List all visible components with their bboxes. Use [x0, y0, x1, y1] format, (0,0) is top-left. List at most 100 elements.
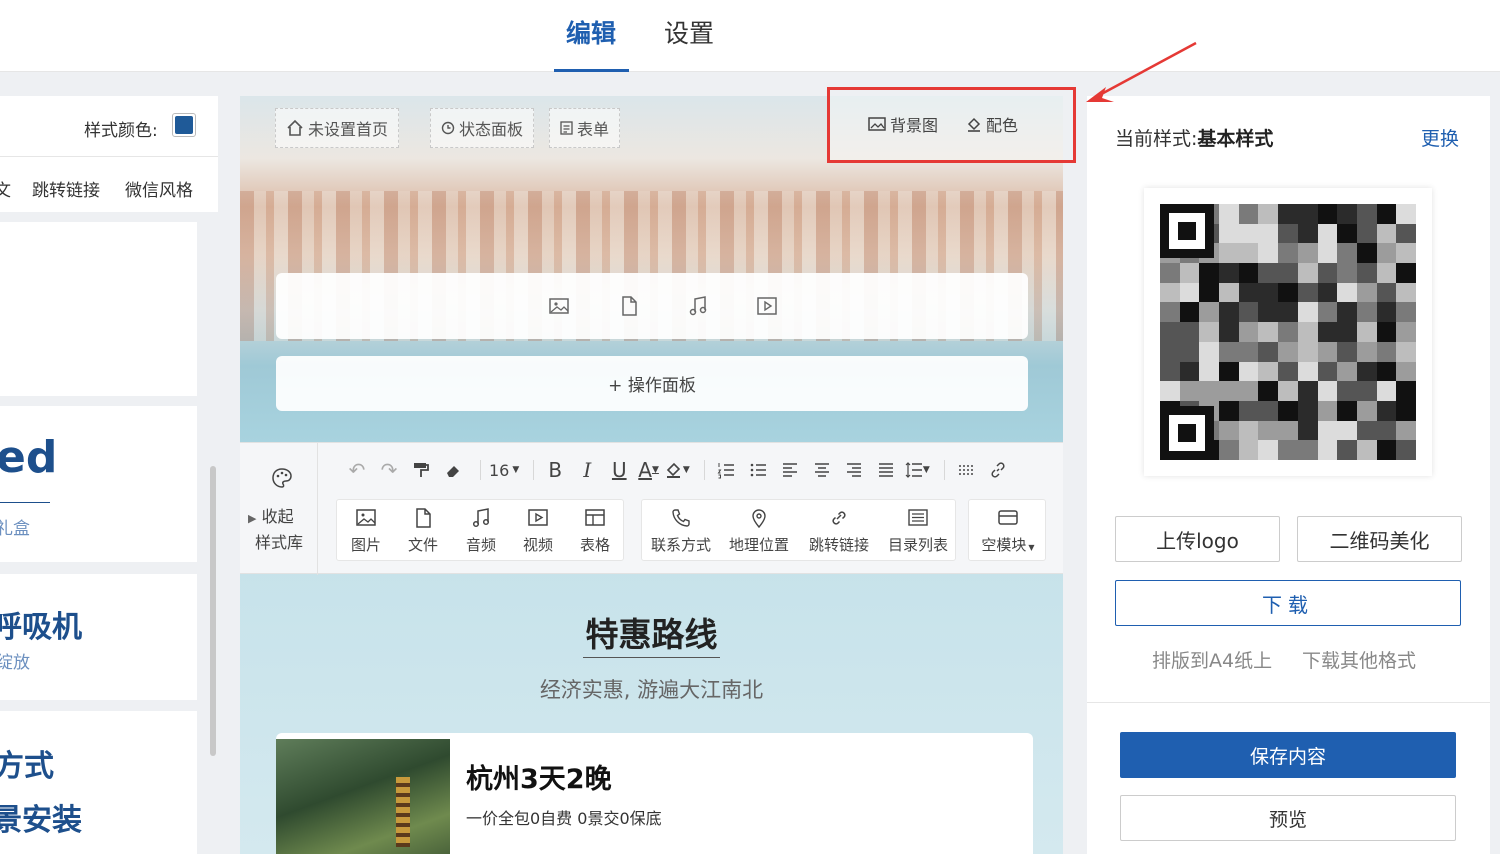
template-divider	[0, 502, 50, 503]
left-scrollbar[interactable]	[210, 466, 216, 756]
align-right-icon[interactable]	[841, 457, 867, 483]
set-homepage-button[interactable]: 未设置首页	[275, 108, 400, 148]
block-icon	[998, 509, 1018, 525]
qr-pixel	[1160, 361, 1180, 382]
template-title-line2: 景安装	[0, 803, 82, 838]
section-title-underline	[583, 657, 720, 658]
align-justify-icon[interactable]	[873, 457, 899, 483]
qr-pixel	[1396, 400, 1416, 421]
jump-link-button[interactable]: 跳转链接	[806, 500, 872, 562]
right-publish-panel: 当前样式:基本样式 更换 上传logo 二维码美化 下载 排版到A4纸上 下载其…	[1087, 96, 1490, 854]
italic-icon[interactable]: I	[574, 457, 600, 483]
location-label: 地理位置	[728, 535, 789, 554]
highlight-color-icon[interactable]: ▼	[665, 457, 690, 483]
align-center-icon[interactable]	[809, 457, 835, 483]
category-jump-link[interactable]: 跳转链接	[32, 176, 100, 201]
status-panel-button[interactable]: 状态面板	[430, 108, 535, 148]
qr-pixel	[1258, 204, 1279, 224]
style-color-picker[interactable]	[172, 113, 196, 137]
toc-list-button[interactable]: 目录列表	[885, 500, 951, 562]
insert-image-button[interactable]: 图片	[349, 500, 383, 562]
music-icon[interactable]	[687, 295, 709, 317]
ordered-list-icon[interactable]	[713, 457, 739, 483]
eraser-icon[interactable]	[440, 457, 466, 483]
qr-pixel	[1376, 223, 1397, 244]
template-card[interactable]	[0, 222, 197, 396]
template-card[interactable]: ed 礼盒	[0, 406, 197, 562]
route-description: 一价全包0自费 0景交0保底	[466, 809, 662, 828]
undo-icon[interactable]: ↶	[344, 457, 370, 483]
collapse-style-library[interactable]: ▶ 收起	[248, 503, 294, 527]
qr-pixel	[1356, 223, 1377, 244]
category-text[interactable]: 文	[0, 176, 11, 201]
qr-pixel	[1317, 322, 1338, 342]
route-card[interactable]: 杭州3天2晚 一价全包0自费 0景交0保底	[276, 733, 1033, 854]
upload-logo-button[interactable]: 上传logo	[1115, 516, 1280, 562]
qr-pixel	[1219, 381, 1239, 401]
link-icon[interactable]	[985, 457, 1011, 483]
format-painter-icon[interactable]	[408, 457, 434, 483]
qr-beautify-button[interactable]: 二维码美化	[1297, 516, 1462, 562]
qr-pixel	[1356, 204, 1377, 224]
annotation-arrow	[1086, 41, 1197, 102]
insert-audio-button[interactable]: 音频	[464, 500, 498, 562]
location-button[interactable]: 地理位置	[726, 500, 792, 562]
qr-pixel	[1219, 361, 1239, 382]
underline-icon[interactable]: U	[606, 457, 632, 483]
video-icon[interactable]	[756, 295, 778, 317]
set-homepage-label: 未设置首页	[308, 120, 389, 139]
contact-info-button[interactable]: 联系方式	[648, 500, 714, 562]
preview-button[interactable]: 预览	[1120, 795, 1456, 841]
divider	[1087, 702, 1490, 703]
empty-block-button[interactable]: 空模块 ▼	[975, 500, 1041, 562]
qr-pixel	[1238, 302, 1259, 323]
file-icon[interactable]	[618, 295, 640, 317]
qr-pixel	[1278, 223, 1298, 244]
font-color-icon[interactable]: A ▼	[638, 457, 659, 483]
editor-toolbar: ▶ 收起 样式库 ↶ ↷ 16 ▼ B I U A ▼ ▼ ▼ 图片 文件 音频…	[240, 442, 1063, 575]
download-other-formats-link[interactable]: 下载其他格式	[1302, 646, 1416, 673]
change-style-link[interactable]: 更换	[1421, 124, 1459, 151]
section-subtitle[interactable]: 经济实惠, 游遍大江南北	[240, 674, 1063, 704]
qr-pixel	[1317, 440, 1338, 460]
qr-pixel	[1396, 440, 1416, 460]
qr-pixel	[1376, 263, 1397, 283]
insert-video-button[interactable]: 视频	[521, 500, 555, 562]
bold-icon[interactable]: B	[542, 457, 568, 483]
divider-line-icon[interactable]	[953, 457, 979, 483]
category-wechat-style[interactable]: 微信风格	[125, 176, 193, 201]
template-card[interactable]: 呼吸机 绽放	[0, 574, 197, 700]
form-button[interactable]: 表单	[549, 108, 621, 148]
tab-settings[interactable]: 设置	[664, 14, 714, 50]
line-height-icon[interactable]: ▼	[905, 457, 930, 483]
insert-file-button[interactable]: 文件	[406, 500, 440, 562]
insert-file-label: 文件	[407, 535, 438, 554]
operation-panel-button[interactable]: + 操作面板	[276, 356, 1028, 411]
print-a4-link[interactable]: 排版到A4纸上	[1152, 646, 1272, 673]
section-title[interactable]: 特惠路线	[240, 608, 1063, 656]
qr-pixel	[1317, 282, 1338, 303]
save-content-button[interactable]: 保存内容	[1120, 732, 1456, 778]
qr-pixel	[1376, 361, 1397, 382]
qr-pixel	[1376, 341, 1397, 362]
qr-pixel	[1160, 263, 1180, 283]
qr-pixel	[1199, 381, 1220, 401]
current-style: 当前样式:基本样式	[1115, 124, 1273, 151]
download-button[interactable]: 下载	[1115, 580, 1461, 626]
qr-pixel	[1179, 282, 1200, 303]
unordered-list-icon[interactable]	[745, 457, 771, 483]
tab-edit[interactable]: 编辑	[566, 14, 616, 50]
style-library[interactable]: ▶ 收起 样式库	[240, 443, 318, 575]
redo-icon[interactable]: ↷	[376, 457, 402, 483]
qr-pixel	[1199, 341, 1220, 362]
qr-pixel	[1238, 341, 1259, 362]
insert-table-button[interactable]: 表格	[578, 500, 612, 562]
table-icon	[585, 508, 605, 526]
template-card[interactable]: 方式 景安装	[0, 711, 197, 854]
image-icon[interactable]	[548, 295, 570, 317]
qr-pixel	[1337, 223, 1357, 244]
font-size-select[interactable]: 16 ▼	[489, 457, 519, 483]
align-left-icon[interactable]	[777, 457, 803, 483]
qr-pixel	[1376, 302, 1397, 323]
divider	[0, 156, 218, 157]
